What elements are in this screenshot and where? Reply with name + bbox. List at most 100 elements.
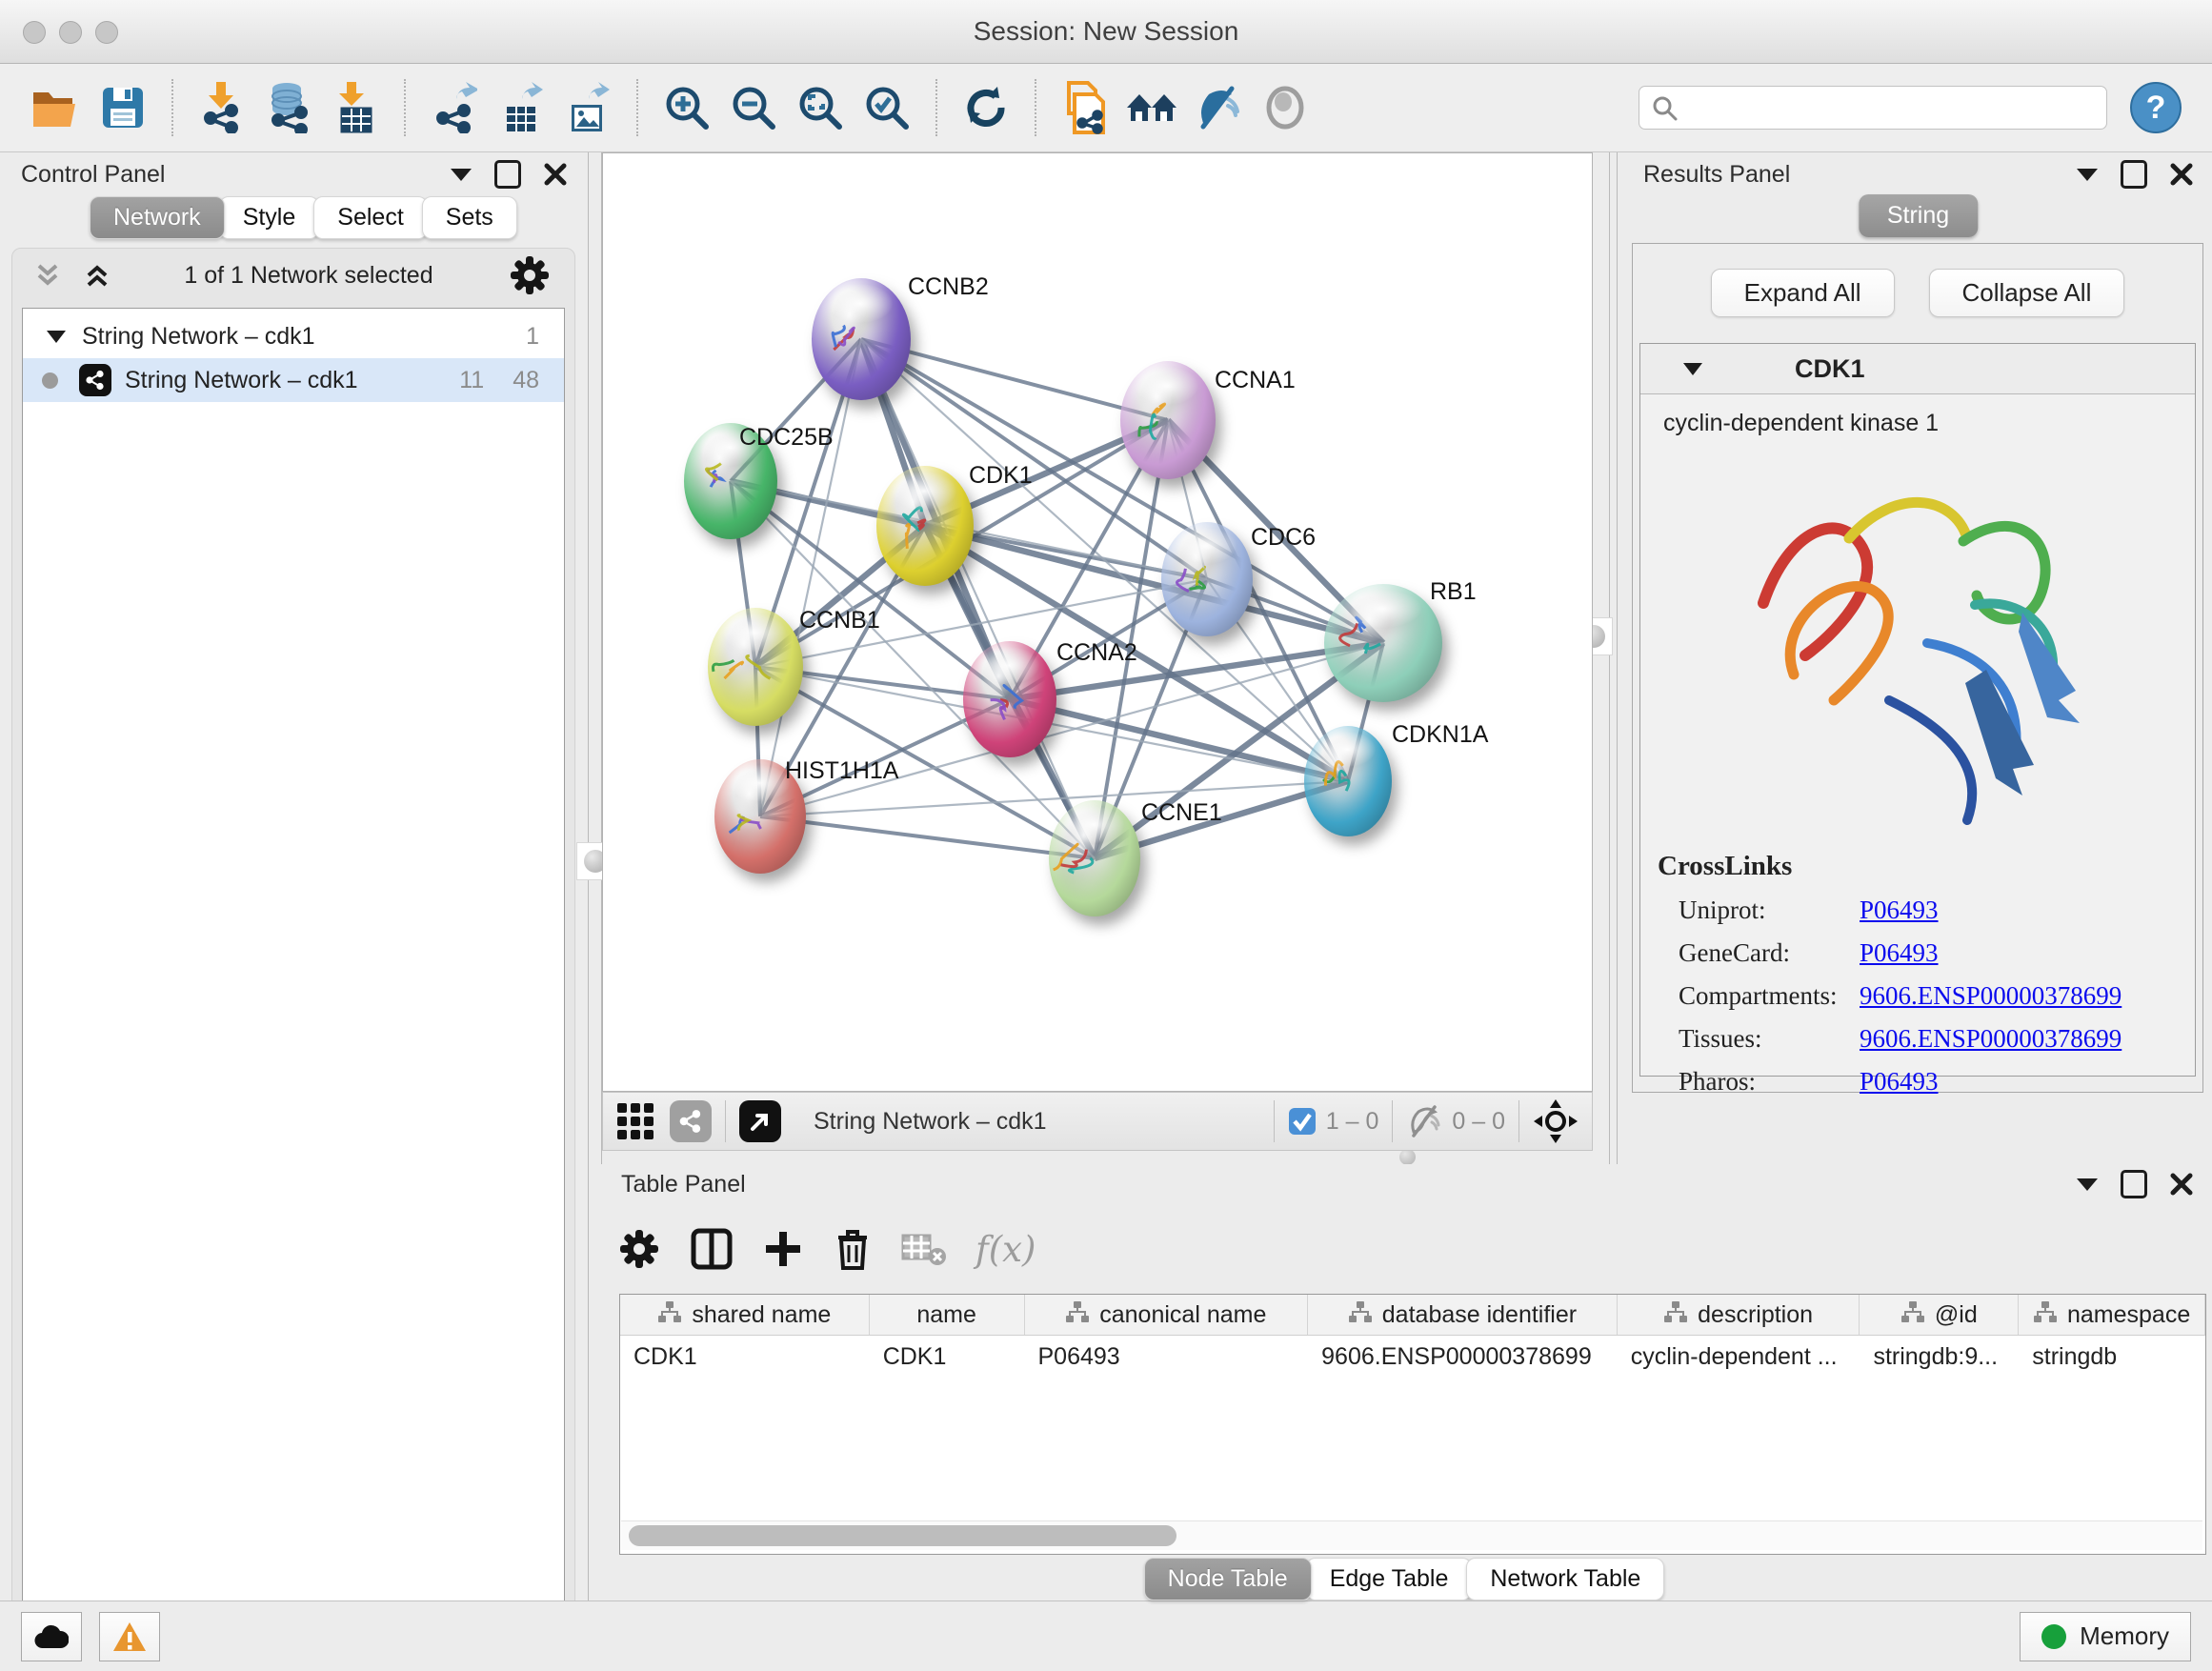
- string-badge-icon[interactable]: [670, 1100, 712, 1142]
- float-panel-icon[interactable]: [2121, 160, 2147, 189]
- tab-string[interactable]: String: [1859, 194, 1978, 237]
- save-session-icon[interactable]: [95, 78, 151, 137]
- zoom-in-icon[interactable]: [659, 78, 714, 137]
- table-row[interactable]: CDK1CDK1P064939606.ENSP00000378699cyclin…: [620, 1336, 2205, 1378]
- tab-node-table[interactable]: Node Table: [1144, 1558, 1312, 1601]
- preview-eye-icon[interactable]: [1257, 78, 1313, 137]
- right-splitter[interactable]: [1609, 152, 1610, 1164]
- edge-CCNE1-HIST1H1A[interactable]: [760, 816, 1095, 858]
- tab-select[interactable]: Select: [313, 196, 427, 239]
- apply-layout-icon[interactable]: [958, 78, 1014, 137]
- birds-eye-grid-icon[interactable]: [616, 1102, 654, 1140]
- fit-selected-crosshair-icon[interactable]: [1533, 1098, 1579, 1144]
- table-horizontal-scrollbar[interactable]: [621, 1520, 2202, 1550]
- node-CCNB1[interactable]: [708, 608, 803, 726]
- minimize-window-icon[interactable]: [59, 21, 82, 44]
- node-RB1[interactable]: [1324, 584, 1442, 702]
- close-panel-icon[interactable]: [2170, 1173, 2193, 1196]
- tab-network[interactable]: Network: [90, 196, 225, 239]
- zoom-window-icon[interactable]: [95, 21, 118, 44]
- warnings-button[interactable]: [99, 1612, 160, 1661]
- import-network-from-file-icon[interactable]: [194, 78, 250, 137]
- open-session-icon[interactable]: [29, 78, 84, 137]
- node-CCNB2[interactable]: [812, 278, 911, 400]
- hidden-eye-slash-icon[interactable]: [1406, 1105, 1442, 1137]
- network-row[interactable]: String Network – cdk1 11 48: [23, 358, 564, 402]
- selected-checkbox-icon[interactable]: [1288, 1107, 1317, 1136]
- network-collection-row[interactable]: String Network – cdk1 1: [23, 314, 564, 358]
- open-in-browser-icon[interactable]: [739, 1100, 781, 1142]
- protein-section-header[interactable]: CDK1: [1640, 344, 2195, 394]
- table-cell[interactable]: stringdb: [2019, 1336, 2205, 1378]
- node-CCNE1[interactable]: [1049, 800, 1140, 916]
- column-header-namespace[interactable]: namespace: [2019, 1295, 2205, 1335]
- import-table-from-file-icon[interactable]: [328, 78, 383, 137]
- table-cell[interactable]: cyclin-dependent ...: [1618, 1336, 1860, 1378]
- column-header-canonical-name[interactable]: canonical name: [1025, 1295, 1309, 1335]
- collapse-all-button[interactable]: Collapse All: [1929, 269, 2125, 317]
- import-network-from-database-icon[interactable]: [261, 78, 316, 137]
- node-CCNA1[interactable]: [1120, 361, 1216, 479]
- search-input[interactable]: [1687, 93, 2095, 122]
- table-cell[interactable]: P06493: [1025, 1336, 1309, 1378]
- tab-network-table[interactable]: Network Table: [1466, 1558, 1664, 1601]
- node-table[interactable]: shared namenamecanonical namedatabase id…: [619, 1294, 2206, 1555]
- zoom-selected-icon[interactable]: [859, 78, 915, 137]
- float-panel-icon[interactable]: [2121, 1170, 2147, 1198]
- show-columns-icon[interactable]: [690, 1227, 734, 1271]
- close-window-icon[interactable]: [23, 21, 46, 44]
- tab-edge-table[interactable]: Edge Table: [1306, 1558, 1473, 1601]
- table-cell[interactable]: 9606.ENSP00000378699: [1308, 1336, 1618, 1378]
- table-cell[interactable]: CDK1: [870, 1336, 1025, 1378]
- zoom-fit-icon[interactable]: [793, 78, 848, 137]
- expand-all-button[interactable]: Expand All: [1711, 269, 1895, 317]
- memory-button[interactable]: Memory: [2020, 1612, 2191, 1661]
- network-options-gear-icon[interactable]: [508, 253, 552, 297]
- tab-sets[interactable]: Sets: [422, 196, 517, 239]
- table-options-gear-icon[interactable]: [617, 1227, 661, 1271]
- column-header-database-identifier[interactable]: database identifier: [1308, 1295, 1618, 1335]
- home-networks-icon[interactable]: [1124, 78, 1179, 137]
- crosslink-value-link[interactable]: P06493: [1860, 938, 1939, 968]
- node-CDKN1A[interactable]: [1304, 726, 1392, 836]
- add-column-icon[interactable]: [762, 1228, 804, 1270]
- crosslink-value-link[interactable]: P06493: [1860, 1067, 1939, 1097]
- expand-all-tree-icon[interactable]: [85, 263, 110, 288]
- section-collapse-icon[interactable]: [1682, 360, 1703, 377]
- panel-menu-icon[interactable]: [2077, 1178, 2098, 1191]
- panel-menu-icon[interactable]: [451, 169, 472, 181]
- export-table-icon[interactable]: [493, 78, 549, 137]
- crosslink-value-link[interactable]: P06493: [1860, 896, 1939, 925]
- tab-style[interactable]: Style: [219, 196, 320, 239]
- network-canvas[interactable]: CCNB2CCNA1CDC25BCDK1CDC6RB1CCNB1CCNA2CDK…: [602, 152, 1593, 1092]
- export-network-icon[interactable]: [427, 78, 482, 137]
- column-header-name[interactable]: name: [870, 1295, 1025, 1335]
- close-panel-icon[interactable]: [544, 163, 567, 186]
- delete-column-icon[interactable]: [833, 1226, 873, 1272]
- float-panel-icon[interactable]: [494, 160, 521, 189]
- node-CCNA2[interactable]: [963, 641, 1056, 757]
- column-header-@id[interactable]: @id: [1860, 1295, 2019, 1335]
- cloud-status-button[interactable]: [21, 1612, 82, 1661]
- crosslink-value-link[interactable]: 9606.ENSP00000378699: [1860, 1024, 2122, 1054]
- node-CDK1[interactable]: [876, 466, 974, 586]
- horizontal-splitter-grip[interactable]: [1399, 1149, 1416, 1165]
- collection-expand-icon[interactable]: [46, 328, 67, 345]
- close-panel-icon[interactable]: [2170, 163, 2193, 186]
- table-cell[interactable]: stringdb:9...: [1860, 1336, 2019, 1378]
- hide-unhide-icon[interactable]: [1191, 78, 1246, 137]
- edge-CCNB2-HIST1H1A[interactable]: [760, 339, 861, 816]
- help-icon[interactable]: ?: [2128, 78, 2183, 137]
- table-cell[interactable]: CDK1: [620, 1336, 870, 1378]
- node-CDC6[interactable]: [1161, 522, 1253, 636]
- column-header-shared-name[interactable]: shared name: [620, 1295, 870, 1335]
- zoom-out-icon[interactable]: [726, 78, 781, 137]
- crosslink-value-link[interactable]: 9606.ENSP00000378699: [1860, 981, 2122, 1011]
- clone-network-icon[interactable]: [1057, 78, 1113, 137]
- global-search-box[interactable]: [1639, 86, 2107, 130]
- export-image-icon[interactable]: [560, 78, 615, 137]
- function-builder-icon[interactable]: f(x): [975, 1229, 1036, 1270]
- scrollbar-thumb[interactable]: [629, 1525, 1176, 1546]
- panel-menu-icon[interactable]: [2077, 169, 2098, 181]
- delete-table-icon[interactable]: [901, 1230, 947, 1268]
